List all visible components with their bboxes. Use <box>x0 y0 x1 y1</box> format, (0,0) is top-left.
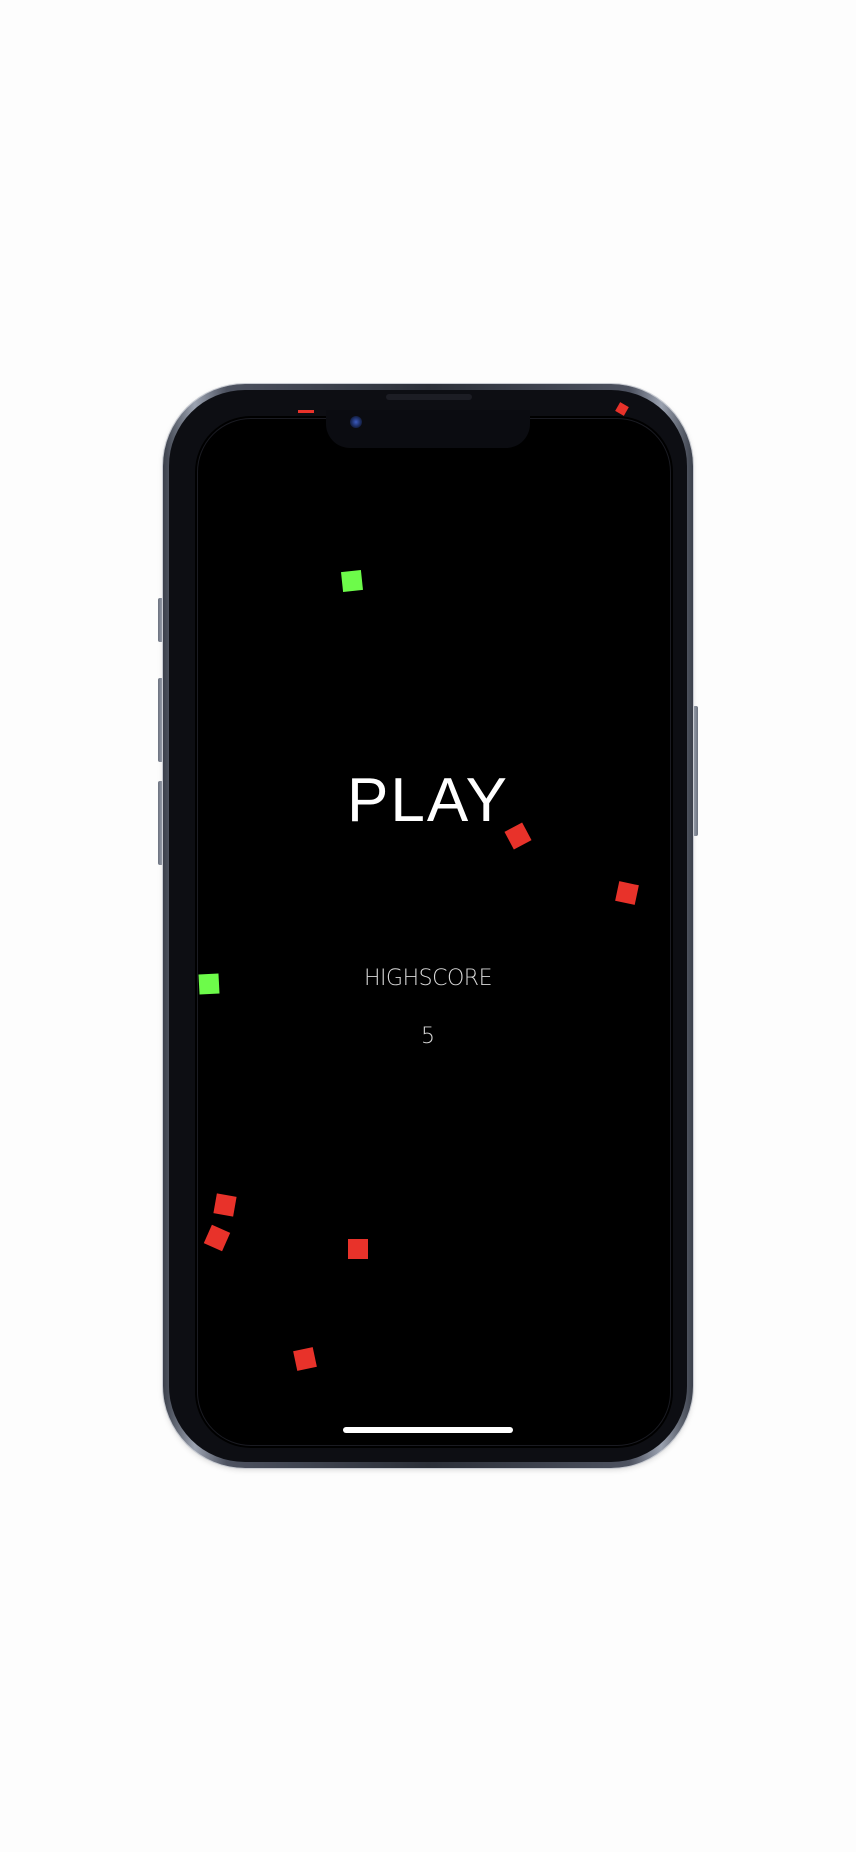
good-block <box>341 570 363 592</box>
speaker-grille <box>386 394 472 400</box>
bad-block <box>213 1193 237 1217</box>
play-button[interactable]: PLAY <box>328 766 528 836</box>
stage: PLAY HIGHSCORE 5 <box>0 0 856 1852</box>
phone-frame <box>163 384 693 1468</box>
bad-block <box>348 1239 368 1259</box>
game-screen[interactable] <box>195 416 673 1448</box>
bad-block <box>293 1347 317 1371</box>
good-block <box>198 973 220 995</box>
bad-block <box>615 881 639 905</box>
home-indicator[interactable] <box>343 1427 513 1433</box>
front-camera-icon <box>350 416 362 428</box>
power-button <box>693 706 698 836</box>
phone-bezel <box>169 390 687 1462</box>
highscore-value: 5 <box>421 1024 435 1049</box>
highscore-label: HIGHSCORE <box>364 966 492 991</box>
bad-block <box>298 410 314 413</box>
